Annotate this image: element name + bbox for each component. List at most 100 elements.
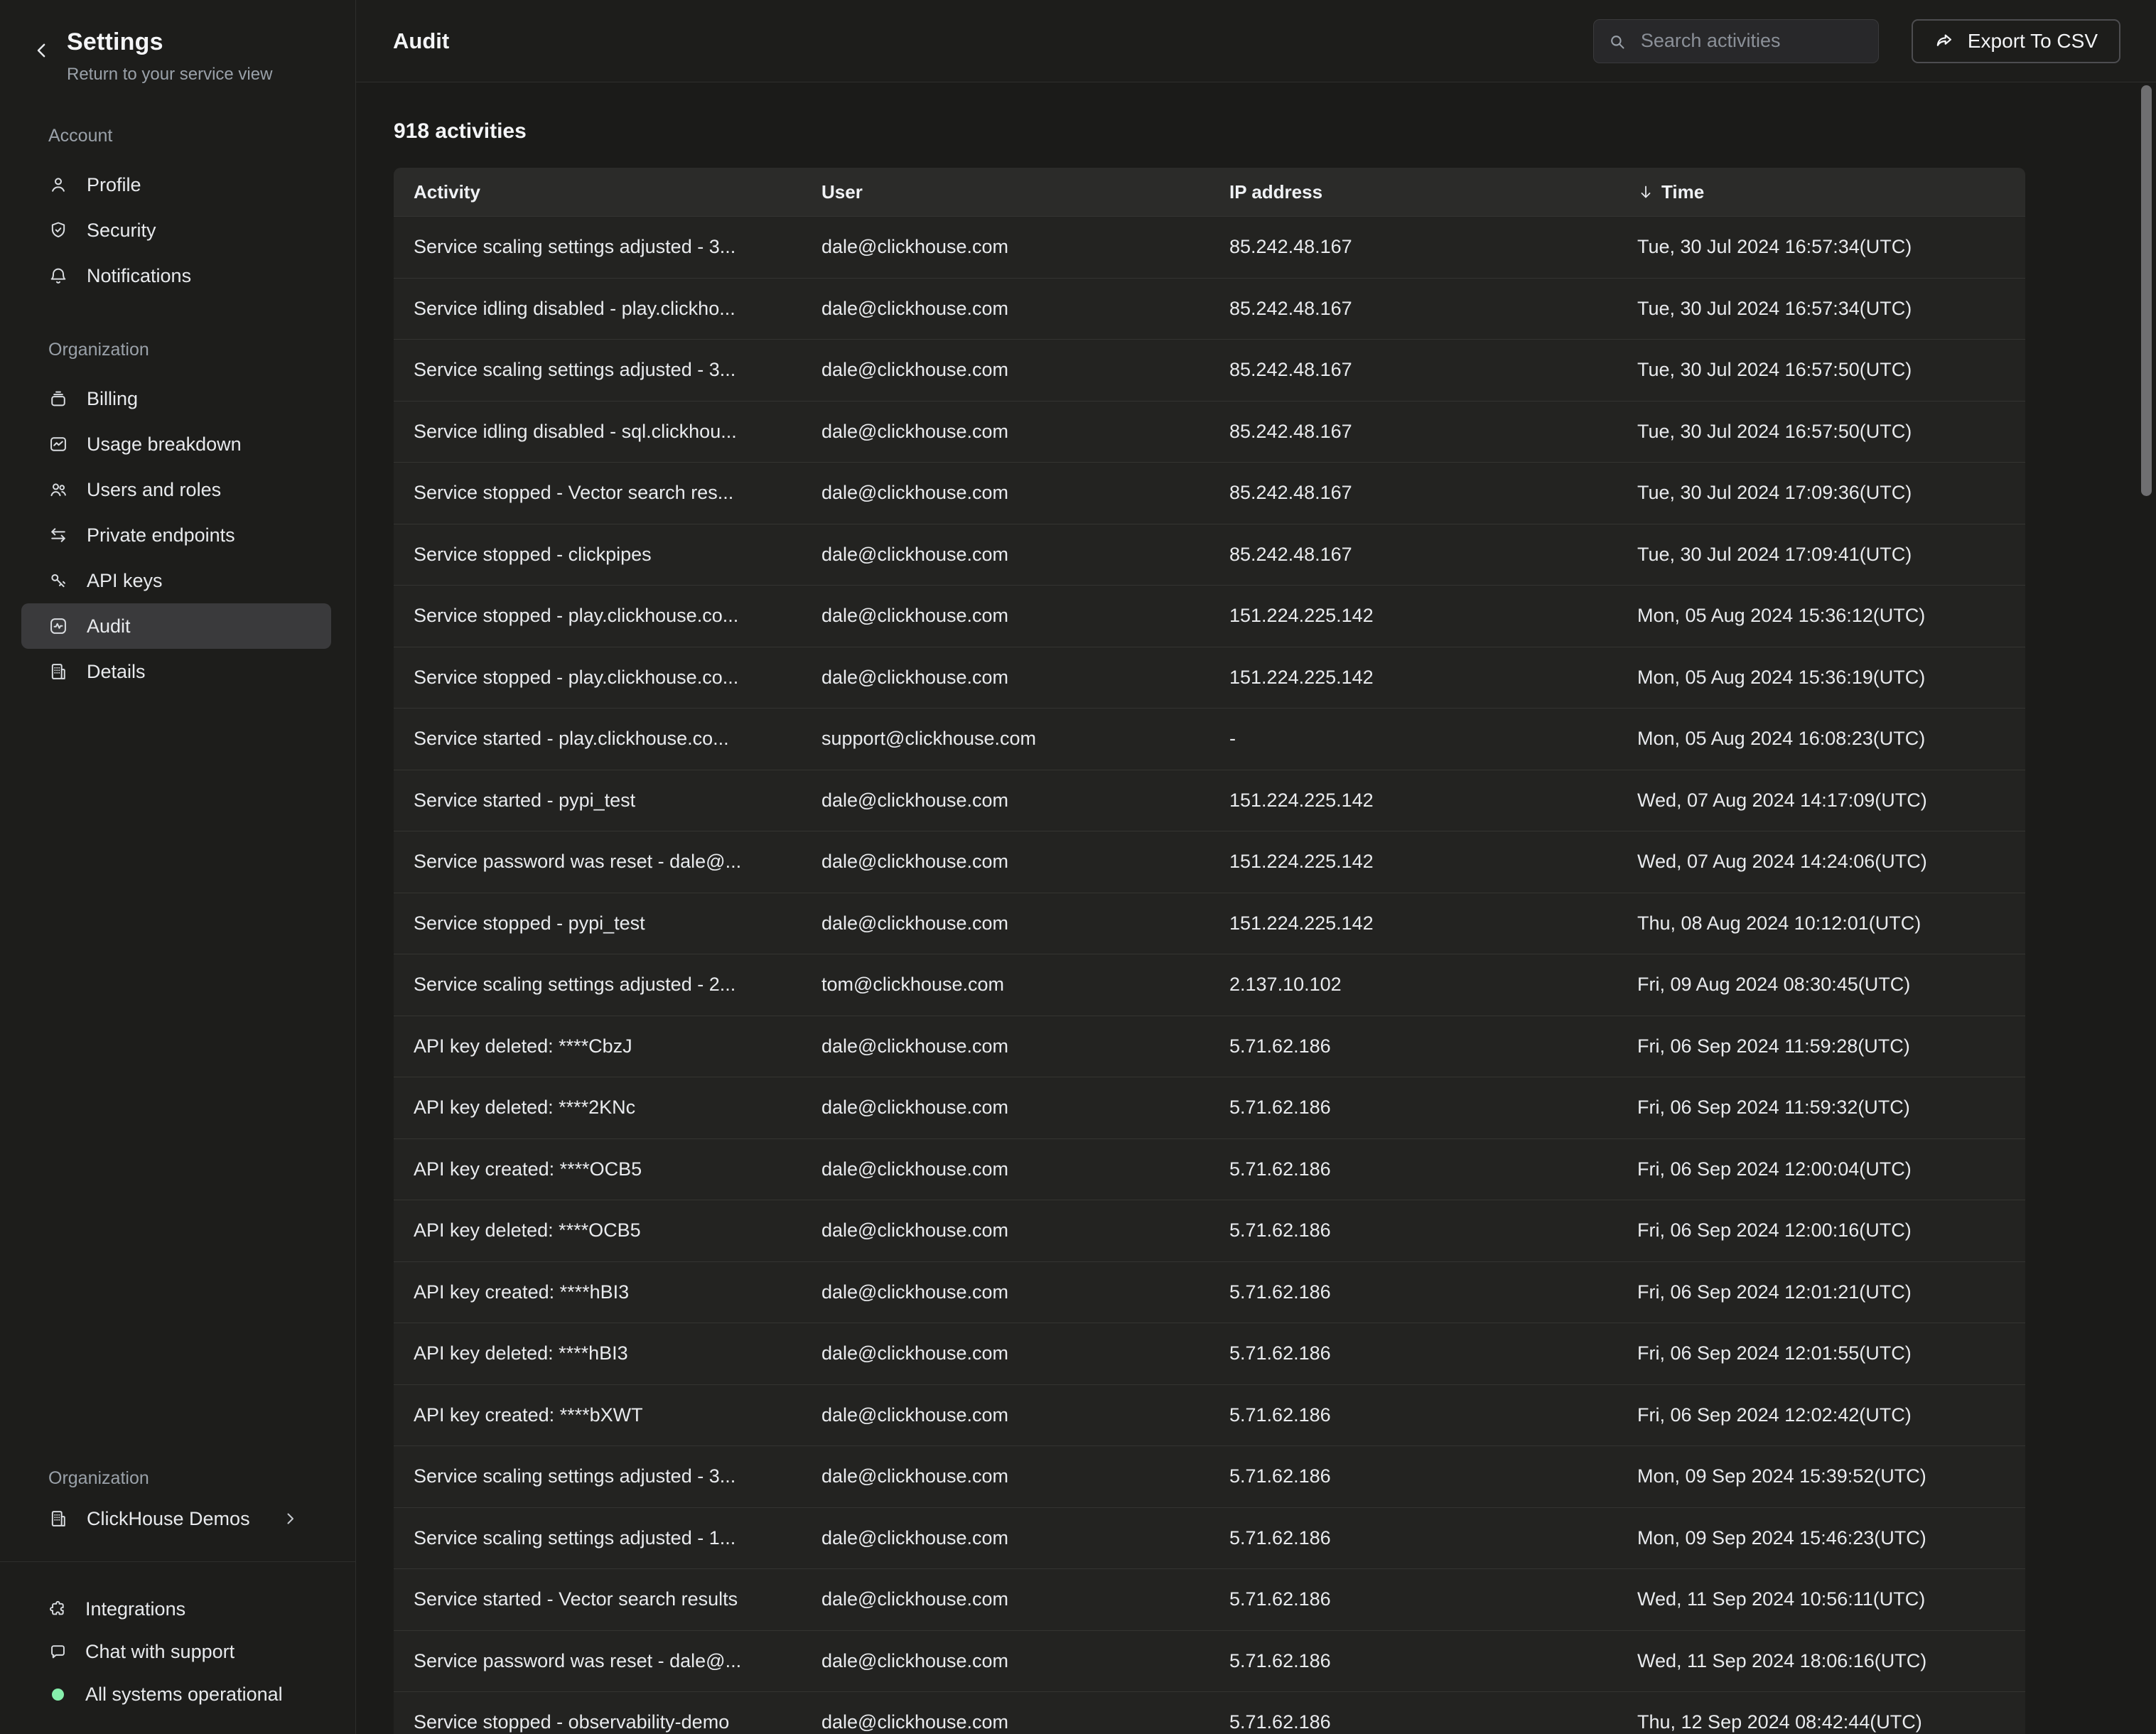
sidebar-item-details[interactable]: Details (21, 649, 331, 694)
cell-ip: 85.242.48.167 (1209, 421, 1617, 443)
table-row[interactable]: Service idling disabled - play.clickho..… (394, 278, 2025, 340)
sidebar-item-profile[interactable]: Profile (21, 162, 331, 208)
cell-activity: Service stopped - observability-demo (394, 1711, 802, 1733)
cell-user: dale@clickhouse.com (802, 1219, 1209, 1242)
table-row[interactable]: Service stopped - clickpipes dale@clickh… (394, 524, 2025, 586)
cell-user: dale@clickhouse.com (802, 1158, 1209, 1180)
cell-user: dale@clickhouse.com (802, 298, 1209, 320)
cell-user: dale@clickhouse.com (802, 359, 1209, 381)
cell-activity: API key created: ****OCB5 (394, 1158, 802, 1180)
cell-time: Tue, 30 Jul 2024 17:09:41(UTC) (1617, 544, 2025, 566)
sidebar-item-chat-support[interactable]: Chat with support (0, 1630, 355, 1673)
sidebar-item-label: Private endpoints (87, 524, 235, 546)
table-row[interactable]: Service stopped - observability-demo dal… (394, 1691, 2025, 1734)
cell-ip: 151.224.225.142 (1209, 851, 1617, 873)
sidebar-item-usage-breakdown[interactable]: Usage breakdown (21, 421, 331, 467)
table-row[interactable]: Service stopped - pypi_test dale@clickho… (394, 893, 2025, 954)
column-header-ip[interactable]: IP address (1209, 181, 1617, 203)
table-row[interactable]: Service password was reset - dale@... da… (394, 831, 2025, 893)
table-row[interactable]: Service scaling settings adjusted - 1...… (394, 1507, 2025, 1569)
table-row[interactable]: Service scaling settings adjusted - 3...… (394, 216, 2025, 278)
cell-ip: 5.71.62.186 (1209, 1158, 1617, 1180)
sidebar-item-integrations[interactable]: Integrations (0, 1588, 355, 1630)
settings-sidebar: Settings Return to your service view Acc… (0, 0, 356, 1734)
cell-ip: 5.71.62.186 (1209, 1465, 1617, 1487)
column-header-activity[interactable]: Activity (394, 181, 802, 203)
sidebar-item-notifications[interactable]: Notifications (21, 253, 331, 298)
system-status[interactable]: All systems operational (0, 1673, 355, 1716)
sidebar-item-private-endpoints[interactable]: Private endpoints (21, 512, 331, 558)
org-switcher[interactable]: ClickHouse Demos (0, 1496, 355, 1541)
table-row[interactable]: Service started - pypi_test dale@clickho… (394, 770, 2025, 831)
cell-activity: API key deleted: ****hBI3 (394, 1342, 802, 1364)
table-row[interactable]: API key created: ****hBI3 dale@clickhous… (394, 1261, 2025, 1323)
cell-activity: Service scaling settings adjusted - 3... (394, 359, 802, 381)
column-header-time[interactable]: Time (1617, 181, 2025, 203)
cell-activity: Service idling disabled - sql.clickhou..… (394, 421, 802, 443)
table-row[interactable]: Service started - Vector search results … (394, 1568, 2025, 1630)
cell-time: Mon, 05 Aug 2024 15:36:12(UTC) (1617, 605, 2025, 627)
table-row[interactable]: Service stopped - Vector search res... d… (394, 462, 2025, 524)
table-body: Service scaling settings adjusted - 3...… (394, 216, 2025, 1734)
sort-desc-arrow-icon (1637, 183, 1654, 200)
sidebar-item-security[interactable]: Security (21, 208, 331, 253)
cell-activity: Service started - Vector search results (394, 1588, 802, 1610)
export-csv-button[interactable]: Export To CSV (1912, 19, 2120, 63)
cell-time: Fri, 06 Sep 2024 12:00:04(UTC) (1617, 1158, 2025, 1180)
table-row[interactable]: API key created: ****bXWT dale@clickhous… (394, 1384, 2025, 1446)
table-row[interactable]: API key deleted: ****OCB5 dale@clickhous… (394, 1200, 2025, 1261)
sidebar-item-label: API keys (87, 570, 163, 592)
sidebar-item-audit[interactable]: Audit (21, 603, 331, 649)
table-row[interactable]: Service scaling settings adjusted - 3...… (394, 339, 2025, 401)
table-row[interactable]: Service scaling settings adjusted - 3...… (394, 1445, 2025, 1507)
cell-user: dale@clickhouse.com (802, 605, 1209, 627)
chevron-right-icon (281, 1510, 298, 1527)
cell-user: support@clickhouse.com (802, 728, 1209, 750)
cell-activity: Service password was reset - dale@... (394, 1650, 802, 1672)
sidebar-title: Settings (67, 28, 272, 56)
sidebar-item-billing[interactable]: Billing (21, 376, 331, 421)
sidebar-subtitle[interactable]: Return to your service view (67, 65, 272, 85)
cell-activity: Service scaling settings adjusted - 1... (394, 1527, 802, 1549)
table-row[interactable]: API key deleted: ****CbzJ dale@clickhous… (394, 1016, 2025, 1077)
cell-ip: 85.242.48.167 (1209, 359, 1617, 381)
cell-time: Fri, 06 Sep 2024 12:02:42(UTC) (1617, 1404, 2025, 1426)
cell-user: dale@clickhouse.com (802, 236, 1209, 258)
cell-ip: 5.71.62.186 (1209, 1650, 1617, 1672)
table-row[interactable]: API key created: ****OCB5 dale@clickhous… (394, 1138, 2025, 1200)
table-row[interactable]: Service idling disabled - sql.clickhou..… (394, 401, 2025, 463)
cell-time: Mon, 09 Sep 2024 15:46:23(UTC) (1617, 1527, 2025, 1549)
cell-ip: 85.242.48.167 (1209, 298, 1617, 320)
cell-time: Fri, 09 Aug 2024 08:30:45(UTC) (1617, 974, 2025, 996)
table-row[interactable]: Service scaling settings adjusted - 2...… (394, 954, 2025, 1016)
cell-activity: Service started - play.clickhouse.co... (394, 728, 802, 750)
back-chevron-icon[interactable] (31, 40, 53, 61)
cell-ip: 5.71.62.186 (1209, 1588, 1617, 1610)
cell-ip: 85.242.48.167 (1209, 482, 1617, 504)
section-label-account: Account (48, 126, 355, 146)
cell-time: Tue, 30 Jul 2024 16:57:50(UTC) (1617, 421, 2025, 443)
organization-nav: Billing Usage breakdown Users and roles … (0, 376, 355, 694)
search-box (1593, 19, 1879, 63)
table-row[interactable]: API key deleted: ****hBI3 dale@clickhous… (394, 1323, 2025, 1384)
table-row[interactable]: API key deleted: ****2KNc dale@clickhous… (394, 1077, 2025, 1138)
table-row[interactable]: Service started - play.clickhouse.co... … (394, 708, 2025, 770)
sidebar-item-label: Users and roles (87, 479, 221, 501)
table-row[interactable]: Service password was reset - dale@... da… (394, 1630, 2025, 1692)
sidebar-item-users-and-roles[interactable]: Users and roles (21, 467, 331, 512)
cell-time: Mon, 05 Aug 2024 16:08:23(UTC) (1617, 728, 2025, 750)
cell-time: Fri, 06 Sep 2024 11:59:28(UTC) (1617, 1035, 2025, 1057)
cell-activity: Service stopped - pypi_test (394, 912, 802, 935)
cell-ip: 85.242.48.167 (1209, 236, 1617, 258)
vertical-scrollbar[interactable] (2141, 85, 2152, 496)
section-label-organization: Organization (48, 340, 355, 360)
column-header-user[interactable]: User (802, 181, 1209, 203)
cell-activity: Service stopped - Vector search res... (394, 482, 802, 504)
sidebar-item-label: Notifications (87, 265, 191, 287)
cell-user: dale@clickhouse.com (802, 667, 1209, 689)
table-row[interactable]: Service stopped - play.clickhouse.co... … (394, 647, 2025, 709)
sidebar-item-api-keys[interactable]: API keys (21, 558, 331, 603)
sidebar-item-label: Billing (87, 388, 138, 410)
table-row[interactable]: Service stopped - play.clickhouse.co... … (394, 585, 2025, 647)
search-input[interactable] (1593, 19, 1879, 63)
